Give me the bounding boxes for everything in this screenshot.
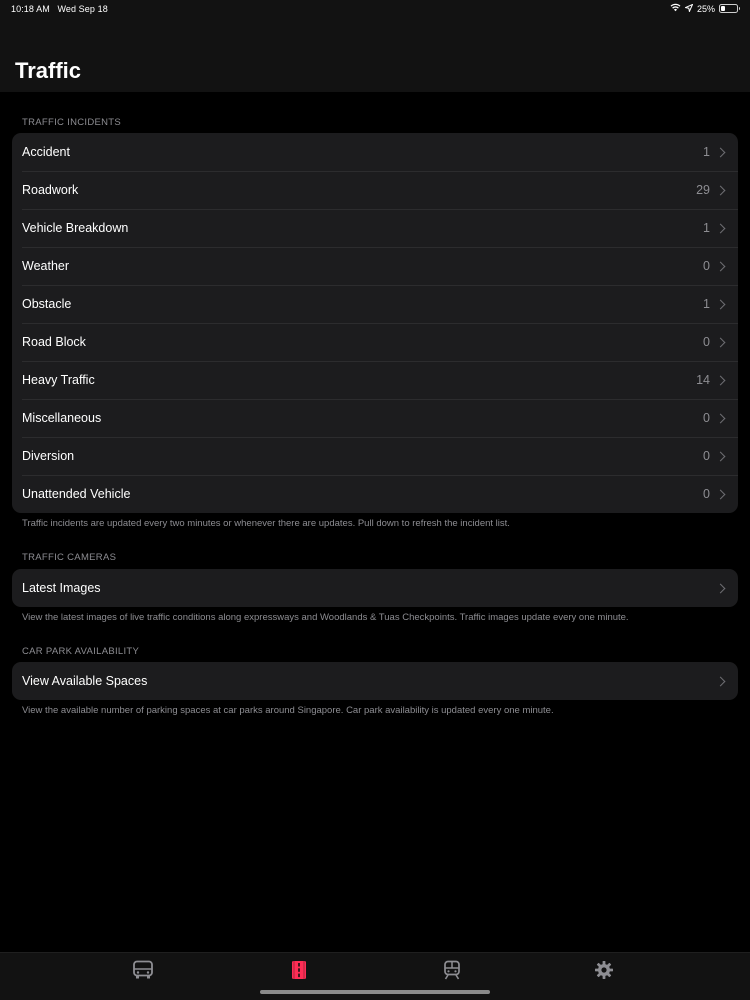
- wifi-icon: [670, 3, 681, 14]
- location-arrow-icon: [683, 3, 694, 14]
- train-icon: [443, 960, 461, 985]
- incident-row-obstacle[interactable]: Obstacle 1: [12, 285, 738, 323]
- incident-count: 0: [703, 449, 710, 463]
- incident-count: 0: [703, 487, 710, 501]
- incident-row-road-block[interactable]: Road Block 0: [12, 323, 738, 361]
- incident-row-diversion[interactable]: Diversion 0: [12, 437, 738, 475]
- tab-bus[interactable]: [128, 960, 158, 984]
- chevron-right-icon: [715, 583, 726, 593]
- incident-count: 29: [696, 183, 710, 197]
- chevron-right-icon: [715, 413, 726, 423]
- latest-images-row[interactable]: Latest Images: [12, 569, 738, 607]
- incident-label: Miscellaneous: [22, 411, 102, 425]
- bus-icon: [132, 960, 154, 985]
- incident-count: 0: [703, 259, 710, 273]
- section-header-traffic-incidents: TRAFFIC INCIDENTS: [22, 117, 122, 128]
- incident-row-weather[interactable]: Weather 0: [12, 247, 738, 285]
- battery-percent: 25%: [696, 3, 715, 14]
- page-title: Traffic: [15, 58, 82, 83]
- incident-count: 1: [703, 145, 710, 159]
- home-indicator[interactable]: [260, 990, 490, 994]
- incident-row-unattended-vehicle[interactable]: Unattended Vehicle 0: [12, 475, 738, 513]
- chevron-right-icon: [715, 261, 726, 271]
- chevron-right-icon: [715, 299, 726, 309]
- incident-count: 14: [696, 373, 710, 387]
- incident-label: Diversion: [22, 449, 75, 463]
- chevron-right-icon: [715, 489, 726, 499]
- section-header-traffic-cameras: TRAFFIC CAMERAS: [22, 552, 117, 563]
- tab-settings[interactable]: [589, 960, 619, 984]
- incident-row-accident[interactable]: Accident 1: [12, 133, 738, 171]
- latest-images-label: Latest Images: [22, 581, 101, 595]
- incident-count: 1: [703, 297, 710, 311]
- status-date: Wed Sep 18: [57, 4, 108, 14]
- incident-label: Vehicle Breakdown: [22, 221, 129, 235]
- incident-count: 0: [703, 335, 710, 349]
- incident-label: Unattended Vehicle: [22, 487, 131, 501]
- section-footer-car-park: View the available number of parking spa…: [22, 705, 554, 716]
- traffic-cameras-list: Latest Images: [12, 569, 738, 607]
- view-available-spaces-label: View Available Spaces: [22, 674, 148, 688]
- section-footer-traffic-cameras: View the latest images of live traffic c…: [22, 612, 629, 623]
- chevron-right-icon: [715, 337, 726, 347]
- chevron-right-icon: [715, 223, 726, 233]
- chevron-right-icon: [715, 147, 726, 157]
- screen: Traffic 10:18 AM Wed Sep 18 25% TRAFFIC …: [0, 0, 750, 1000]
- car-park-list: View Available Spaces: [12, 662, 738, 700]
- tab-traffic[interactable]: [284, 960, 314, 984]
- incident-row-vehicle-breakdown[interactable]: Vehicle Breakdown 1: [12, 209, 738, 247]
- incident-row-miscellaneous[interactable]: Miscellaneous 0: [12, 399, 738, 437]
- tab-train[interactable]: [437, 960, 467, 984]
- traffic-incidents-list: Accident 1 Roadwork 29 Vehicle Breakdown…: [12, 133, 738, 513]
- chevron-right-icon: [715, 676, 726, 686]
- status-bar: 10:18 AM Wed Sep 18 25%: [0, 0, 750, 20]
- battery-icon: [719, 4, 740, 13]
- incident-row-roadwork[interactable]: Roadwork 29: [12, 171, 738, 209]
- chevron-right-icon: [715, 375, 726, 385]
- incident-label: Road Block: [22, 335, 86, 349]
- incident-label: Roadwork: [22, 183, 79, 197]
- incident-label: Weather: [22, 259, 70, 273]
- incident-count: 1: [703, 221, 710, 235]
- chevron-right-icon: [715, 451, 726, 461]
- battery-level: [721, 6, 725, 11]
- status-time: 10:18 AM: [11, 4, 50, 14]
- section-footer-traffic-incidents: Traffic incidents are updated every two …: [22, 518, 510, 529]
- incident-label: Accident: [22, 145, 70, 159]
- incident-row-heavy-traffic[interactable]: Heavy Traffic 14: [12, 361, 738, 399]
- road-icon: [291, 960, 307, 985]
- incident-label: Heavy Traffic: [22, 373, 95, 387]
- incident-label: Obstacle: [22, 297, 72, 311]
- chevron-right-icon: [715, 185, 726, 195]
- gear-icon: [594, 960, 614, 985]
- section-header-car-park: CAR PARK AVAILABILITY: [22, 646, 140, 657]
- view-available-spaces-row[interactable]: View Available Spaces: [12, 662, 738, 700]
- incident-count: 0: [703, 411, 710, 425]
